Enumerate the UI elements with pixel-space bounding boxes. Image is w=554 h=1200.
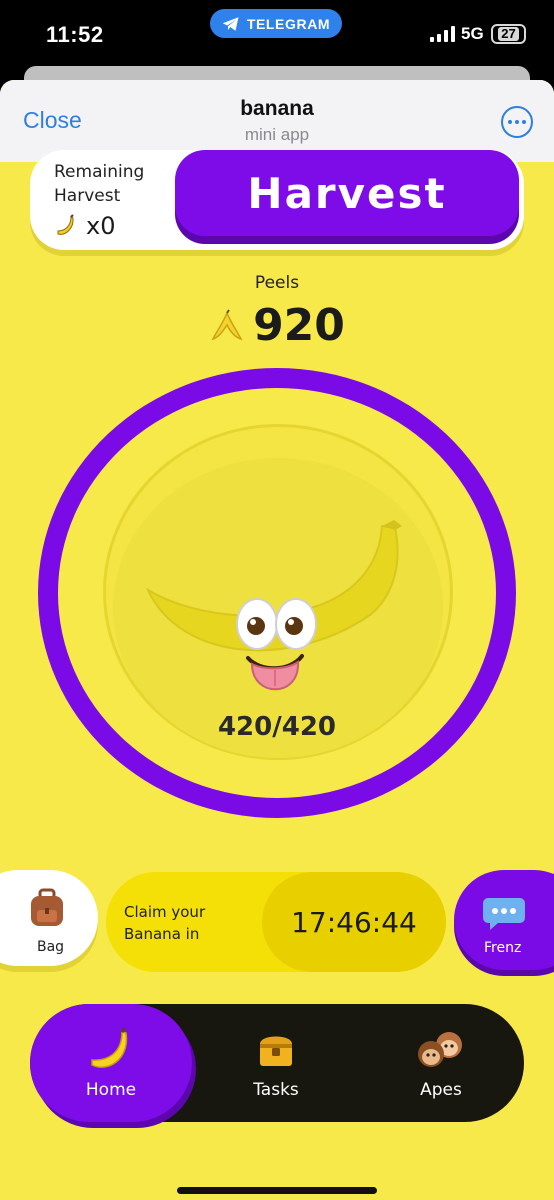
remaining-count: x0 (54, 212, 115, 240)
home-indicator (177, 1187, 377, 1194)
nav-home-label: Home (85, 1080, 137, 1100)
banana-icon (57, 214, 74, 235)
monkeys-icon (418, 1032, 462, 1067)
banana-character-icon[interactable] (140, 520, 420, 710)
bag-button[interactable]: Bag (0, 870, 98, 966)
telegram-icon (222, 16, 239, 31)
status-time: 11:52 (46, 22, 104, 47)
treasure-chest-icon (260, 1036, 292, 1066)
backpack-icon (31, 888, 63, 926)
bottom-nav: Home Tasks Apes (30, 1004, 524, 1122)
nav-item-home[interactable]: Home (30, 1004, 192, 1122)
energy-counter: 420/420 (217, 712, 337, 742)
nav-item-tasks[interactable]: Tasks (196, 1004, 356, 1122)
remaining-harvest-label: Remaining Harvest (54, 160, 144, 208)
claim-timer-value: 17:46:44 (291, 905, 417, 939)
bag-label: Bag (37, 939, 65, 955)
status-bar: 11:52 TELEGRAM 5G 27 (0, 0, 554, 70)
frenz-button[interactable]: Frenz (454, 870, 554, 970)
banana-icon (91, 1027, 128, 1068)
network-type: 5G (461, 24, 484, 43)
app-subtitle: mini app (244, 125, 310, 144)
frenz-label: Frenz (484, 940, 522, 956)
battery-level: 27 (498, 27, 519, 41)
remaining-label-line2: Harvest (54, 186, 121, 206)
claim-pill: Claim your Banana in 17:46:44 (106, 872, 446, 972)
battery-icon: 27 (491, 24, 526, 44)
telegram-pill-label: TELEGRAM (246, 15, 331, 32)
app-title: banana (240, 97, 314, 120)
nav-apes-label: Apes (420, 1080, 462, 1100)
remaining-count-value: x0 (86, 212, 116, 240)
chat-bubble-icon (483, 898, 525, 930)
harvest-button-label: Harvest (247, 168, 447, 218)
harvest-button[interactable]: Harvest (175, 150, 519, 236)
claim-text: Claim your Banana in (124, 901, 205, 945)
more-icon[interactable] (501, 106, 533, 138)
peels-counter: 920 (0, 300, 554, 351)
peels-value: 920 (253, 300, 345, 351)
peel-icon (211, 308, 243, 340)
remaining-label-line1: Remaining (54, 162, 145, 182)
peels-label: Peels (254, 273, 300, 293)
claim-timer: 17:46:44 (262, 872, 446, 972)
claim-line2: Banana in (124, 925, 200, 943)
harvest-card: Remaining Harvest x0 Harvest (30, 150, 524, 250)
claim-line1: Claim your (124, 903, 206, 921)
nav-item-apes[interactable]: Apes (360, 1004, 522, 1122)
mini-app-sheet: Close banana mini app Remaining Harvest … (0, 80, 554, 1200)
signal-icon (430, 26, 455, 42)
telegram-pill[interactable]: TELEGRAM (210, 9, 342, 38)
nav-tasks-label: Tasks (253, 1080, 299, 1100)
